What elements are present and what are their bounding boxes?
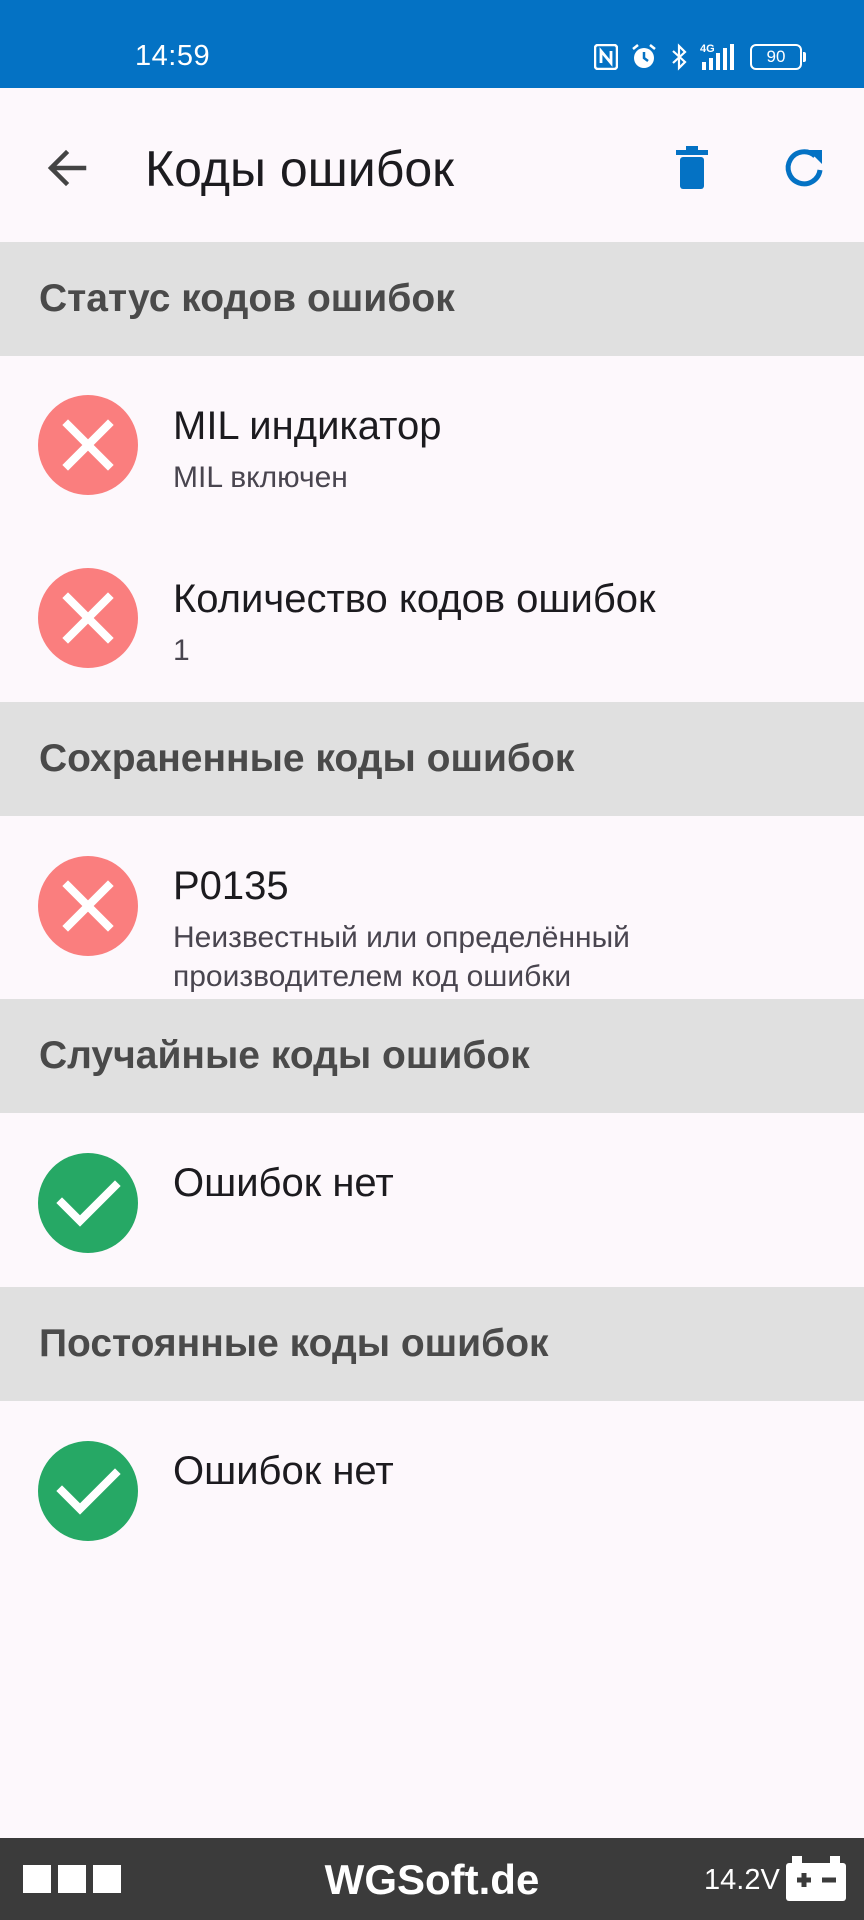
item-subtitle-line2: производителем код ошибки [173,960,572,993]
status-time: 14:59 [135,40,211,72]
section-header-stored: Сохраненные коды ошибок [0,702,864,816]
refresh-button[interactable] [778,140,834,196]
list-item-permanent-none[interactable]: Ошибок нет [0,1401,864,1575]
list-item-pending-none[interactable]: Ошибок нет [0,1113,864,1287]
item-subtitle: MIL включен [173,461,348,494]
delete-button[interactable] [664,140,720,196]
signal-type-label: 4G [700,43,715,55]
bluetooth-icon [670,43,688,71]
item-title: Ошибок нет [173,1161,394,1205]
car-battery-icon [784,1854,848,1909]
list-item-dtc-count[interactable]: Количество кодов ошибок 1 [0,529,864,702]
list-item-mil[interactable]: MIL индикатор MIL включен [0,356,864,529]
trash-icon [676,146,708,189]
error-status-badge [38,568,138,668]
refresh-icon [785,149,823,187]
voltage-readout: 14.2V [704,1864,780,1896]
arrow-left-icon [47,149,87,187]
item-title: P0135 [173,864,289,908]
ok-status-badge [38,1153,138,1253]
close-icon [62,419,114,471]
item-subtitle: 1 [173,634,190,667]
error-status-badge [38,856,138,956]
signal-icon: 4G [700,42,738,72]
nfc-icon [594,44,618,70]
back-button[interactable] [40,140,96,196]
section-header-status: Статус кодов ошибок [0,242,864,356]
close-icon [62,592,114,644]
item-title: Количество кодов ошибок [173,577,656,621]
battery-level: 90 [750,44,806,70]
app-bar: Коды ошибок [0,88,864,242]
check-icon [56,1468,121,1515]
alarm-icon [630,43,658,71]
check-icon [56,1180,121,1227]
section-header-permanent: Постоянные коды ошибок [0,1287,864,1401]
section-header-pending: Случайные коды ошибок [0,999,864,1113]
status-bar: 14:59 4G 90 [0,0,864,88]
item-title: Ошибок нет [173,1449,394,1493]
item-subtitle-line1: Неизвестный или определённый [173,921,630,954]
close-icon [62,880,114,932]
error-status-badge [38,395,138,495]
ok-status-badge [38,1441,138,1541]
status-icons: 4G 90 [594,40,806,74]
bottom-status-bar: WGSoft.de 14.2V [0,1838,864,1920]
list-item-p0135[interactable]: P0135 Неизвестный или определённый произ… [0,816,864,999]
item-title: MIL индикатор [173,404,442,448]
page-title: Коды ошибок [145,141,455,197]
